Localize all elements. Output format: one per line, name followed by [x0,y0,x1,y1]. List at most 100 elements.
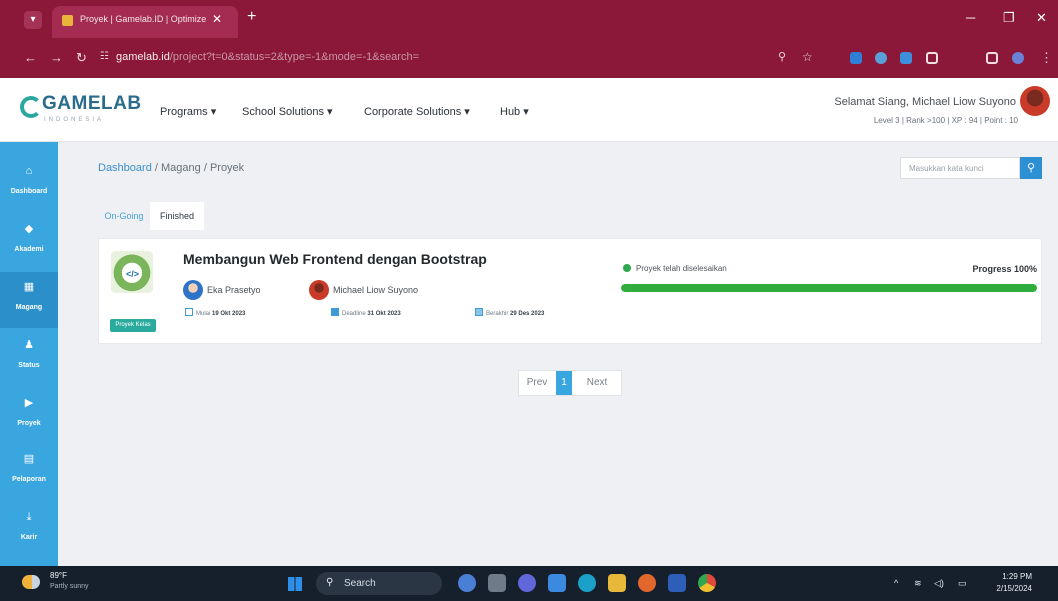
search-input[interactable]: Masukkan kata kunci [900,157,1020,179]
app-file-explorer-icon[interactable] [608,574,626,592]
app-chrome-icon[interactable] [698,574,716,592]
minimize-icon[interactable]: ─ [966,10,975,25]
start-date-value: 19 Okt 2023 [212,311,246,317]
calendar-icon [331,308,339,316]
download-icon: ⤓ [26,511,32,523]
sidebar-item-label: Dashboard [10,188,48,195]
extension-icon[interactable] [875,52,887,64]
prev-page-button[interactable]: Prev [519,371,555,395]
favicon-icon [62,15,73,26]
sidebar-item-pelaporan[interactable]: ▤ Pelaporan [0,444,58,500]
start-date: Mulai 19 Okt 2023 [185,308,245,317]
side-panel-icon[interactable] [986,52,998,64]
user-avatar[interactable] [1020,86,1050,116]
profile-icon[interactable] [1012,52,1024,64]
pagination: Prev 1 Next [518,370,622,396]
calendar-icon [475,308,483,316]
battery-icon[interactable]: ▭ [958,578,967,589]
tab-finished[interactable]: Finished [150,202,204,230]
breadcrumb-magang[interactable]: Magang [161,162,201,174]
sidebar-item-label: Magang [15,304,43,311]
restore-icon[interactable]: ❐ [1003,10,1015,26]
tray-chevron-icon[interactable]: ^ [894,578,898,588]
tab-list-icon[interactable]: ▾ [24,11,42,29]
tab-ongoing[interactable]: On-Going [98,202,150,230]
wifi-icon[interactable]: ≋ [914,578,922,589]
users-icon: ♟ [24,339,34,351]
bookmark-star-icon[interactable]: ☆ [802,50,813,64]
sidebar-item-label: Status [18,362,40,369]
breadcrumb: Dashboard / Magang / Proyek [98,162,244,174]
close-tab-icon[interactable]: ✕ [212,12,222,26]
completion-status-text: Proyek telah diselesaikan [636,264,727,273]
volume-icon[interactable]: ◁) [934,578,944,589]
sidebar-item-karir[interactable]: ⤓ Karir [0,502,58,558]
taskbar-search[interactable]: ⚲ Search [316,572,442,595]
weather-condition: Partly sunny [50,583,89,590]
browser-tab[interactable]: Proyek | Gamelab.ID | Optimize ✕ [52,6,238,38]
app-widgets-icon[interactable] [488,574,506,592]
sidebar-item-label: Pelaporan [12,476,46,483]
taskbar-search-label: Search [344,578,376,589]
menu-school-solutions[interactable]: School Solutions ▾ [242,105,333,118]
extension-icon[interactable] [900,52,912,64]
member-avatar [309,280,329,300]
app-word-icon[interactable] [668,574,686,592]
progress-bar [621,284,1037,292]
sidebar-item-dashboard[interactable]: ⌂ Dashboard [0,156,58,212]
close-window-icon[interactable]: ✕ [1036,10,1047,26]
end-date-value: 29 Des 2023 [510,311,545,317]
breadcrumb-separator: / [200,162,210,174]
menu-corporate-solutions[interactable]: Corporate Solutions ▾ [364,105,470,118]
deadline-value: 31 Okt 2023 [367,311,401,317]
breadcrumb-dashboard[interactable]: Dashboard [98,162,152,174]
url-host: gamelab.id [116,51,170,63]
zoom-icon[interactable]: ⚲ [778,50,786,63]
search-icon[interactable]: ⚲ [1020,157,1042,179]
project-title[interactable]: Membangun Web Frontend dengan Bootstrap [183,251,487,267]
app-edge-icon[interactable] [578,574,596,592]
taskbar: 89°F Partly sunny ⚲ Search ^ ≋ ◁) ▭ 1:29… [0,566,1058,601]
extensions-puzzle-icon[interactable] [926,52,938,64]
sidebar-item-magang[interactable]: ▦ Magang [0,272,58,328]
end-date: Berakhir 29 Des 2023 [475,308,544,317]
project-type-badge: Proyek Kelas [110,319,156,332]
weather-icon[interactable] [22,575,40,589]
app-copilot-icon[interactable] [458,574,476,592]
start-menu-icon[interactable] [288,577,302,591]
menu-kebab-icon[interactable]: ⋮ [1040,50,1053,66]
app-mail-icon[interactable] [548,574,566,592]
page-1-button[interactable]: 1 [556,371,572,395]
logo-subtitle: INDONESIA [44,117,105,123]
home-icon: ⌂ [25,165,33,177]
browser-tab-strip: ▾ Proyek | Gamelab.ID | Optimize ✕ + ─ ❐… [0,0,1058,38]
sidebar-item-proyek[interactable]: ▶ Proyek [0,388,58,444]
menu-hub[interactable]: Hub ▾ [500,105,529,118]
sidebar-item-status[interactable]: ♟ Status [0,330,58,386]
back-icon[interactable]: ← [24,50,37,65]
gamelab-logo-icon[interactable] [20,96,42,118]
sidebar-item-akademi[interactable]: ◆ Akademi [0,214,58,270]
logo-text[interactable]: GAMELAB [42,93,142,115]
address-bar: ← → ↻ ☷ gamelab.id/project?t=0&status=2&… [0,38,1058,78]
app-meet-icon[interactable] [518,574,536,592]
url-field[interactable]: gamelab.id/project?t=0&status=2&type=-1&… [116,51,419,63]
user-greeting: Selamat Siang, Michael Liow Suyono [834,96,1016,108]
app-firefox-icon[interactable] [638,574,656,592]
url-path: /project?t=0&status=2&type=-1&mode=-1&se… [169,51,420,63]
menu-programs[interactable]: Programs ▾ [160,105,216,118]
project-card[interactable]: </> Proyek Kelas Membangun Web Frontend … [98,238,1042,344]
new-tab-icon[interactable]: + [247,8,256,26]
sidebar-item-label: Karir [20,534,38,541]
code-icon: </> [126,269,140,279]
forward-icon[interactable]: → [50,50,63,65]
progress-label: Progress 100% [972,264,1037,274]
clock[interactable]: 1:29 PM 2/15/2024 [982,571,1032,595]
site-info-icon[interactable]: ☷ [100,51,109,62]
reload-icon[interactable]: ↻ [76,50,87,66]
extension-icon[interactable] [850,52,862,64]
breadcrumb-proyek: Proyek [209,162,245,174]
clock-date: 2/15/2024 [996,584,1032,593]
completion-status: Proyek telah diselesaikan [623,264,727,273]
next-page-button[interactable]: Next [573,371,621,395]
